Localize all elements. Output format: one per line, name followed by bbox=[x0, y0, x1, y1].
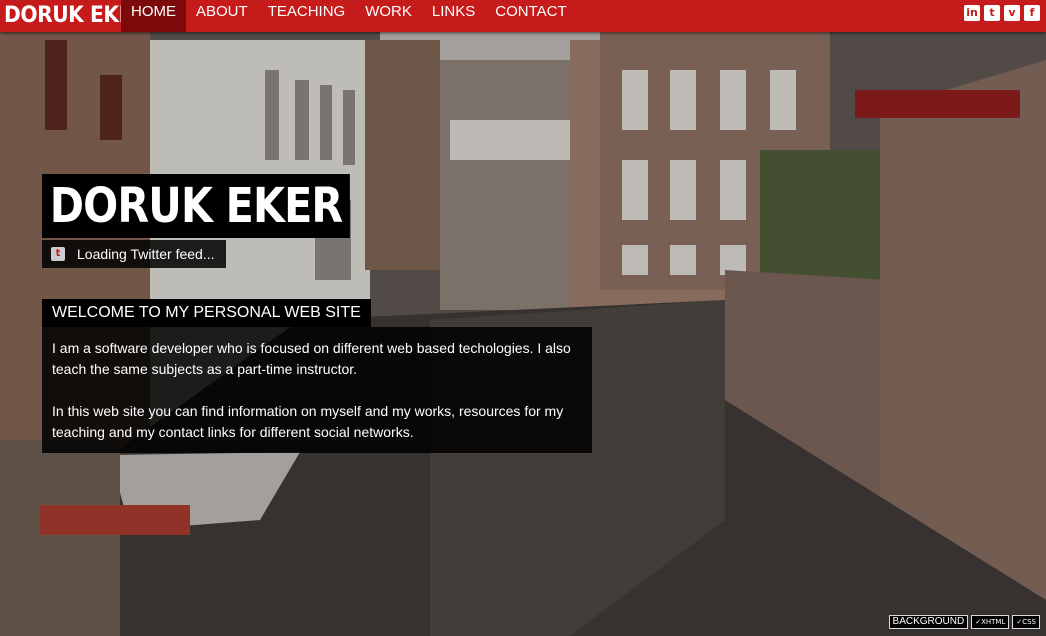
background-button[interactable]: BACKGROUND bbox=[888, 615, 969, 629]
nav-item-teaching[interactable]: TEACHING bbox=[258, 0, 356, 32]
nav-item-home[interactable]: HOME bbox=[121, 0, 186, 32]
top-navigation-bar: DORUK EKER HOME ABOUT TEACHING WORK LINK… bbox=[0, 0, 1046, 32]
footer-links: BACKGROUND ✓XHTML ✓CSS bbox=[888, 615, 1040, 629]
social-links: in t v f bbox=[964, 5, 1040, 21]
nav-item-contact[interactable]: CONTACT bbox=[485, 0, 576, 32]
nav-item-work[interactable]: WORK bbox=[355, 0, 422, 32]
twitter-feed: t Loading Twitter feed... bbox=[42, 240, 226, 268]
twitter-icon: t bbox=[51, 247, 65, 261]
nav-item-about[interactable]: ABOUT bbox=[186, 0, 258, 32]
vimeo-icon[interactable]: v bbox=[1004, 5, 1020, 21]
welcome-paragraph: I am a software developer who is focused… bbox=[52, 340, 571, 377]
welcome-title: WELCOME TO MY PERSONAL WEB SITE bbox=[42, 299, 371, 327]
main-nav: HOME ABOUT TEACHING WORK LINKS CONTACT bbox=[121, 0, 577, 32]
hero-name: DORUK EKER bbox=[42, 174, 351, 238]
welcome-text: I am a software developer who is focused… bbox=[42, 327, 592, 453]
welcome-paragraph: In this web site you can find informatio… bbox=[52, 403, 564, 440]
linkedin-icon[interactable]: in bbox=[964, 5, 980, 21]
facebook-icon[interactable]: f bbox=[1024, 5, 1040, 21]
css-validation-link[interactable]: ✓CSS bbox=[1012, 615, 1040, 629]
twitter-icon[interactable]: t bbox=[984, 5, 1000, 21]
nav-item-links[interactable]: LINKS bbox=[422, 0, 485, 32]
xhtml-validation-link[interactable]: ✓XHTML bbox=[971, 615, 1010, 629]
twitter-feed-status: Loading Twitter feed... bbox=[77, 246, 215, 262]
